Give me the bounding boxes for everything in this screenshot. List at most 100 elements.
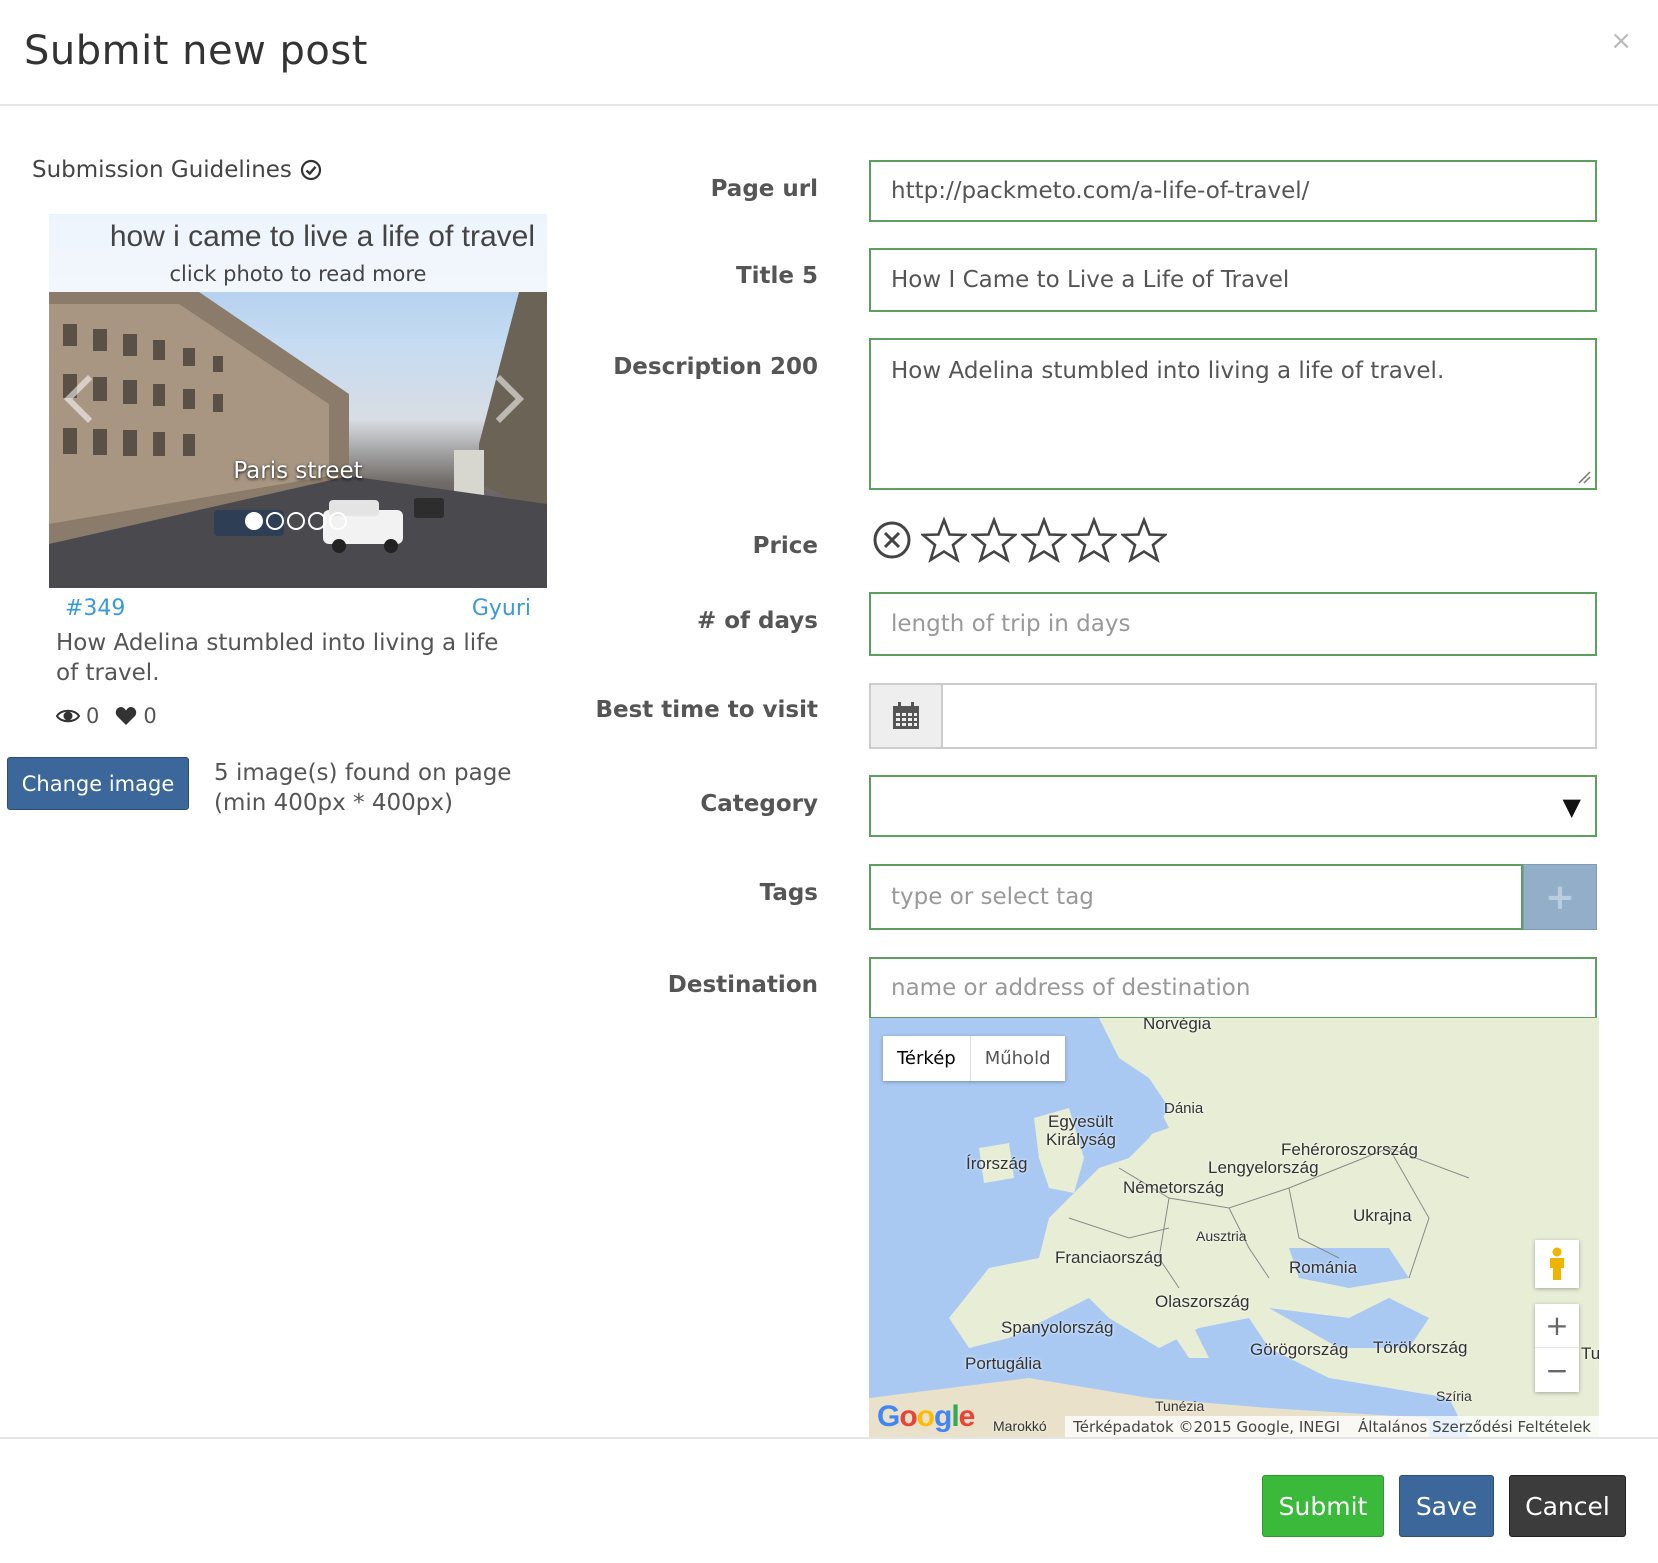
destination-map[interactable]: Térkép Műhold Norvégia Dánia Egyesült Ki…	[869, 1018, 1599, 1438]
days-label: # of days	[696, 608, 818, 634]
map-label: Portugália	[965, 1354, 1042, 1373]
map-label: Tunézia	[1155, 1398, 1205, 1414]
star-icon[interactable]	[1021, 517, 1067, 563]
map-label: Tu	[1581, 1344, 1599, 1363]
tags-label: Tags	[759, 880, 818, 906]
map-label: Norvégia	[1143, 1018, 1212, 1033]
zoom-control: + −	[1535, 1304, 1579, 1392]
add-tag-button[interactable]: +	[1523, 864, 1597, 930]
days-input[interactable]: length of trip in days	[869, 592, 1597, 656]
description-textarea[interactable]: How Adelina stumbled into living a life …	[869, 338, 1597, 490]
modal-footer: Submit Save Cancel	[0, 1437, 1658, 1563]
category-select[interactable]: ▼	[869, 775, 1597, 837]
map-label: Olaszország	[1155, 1292, 1250, 1311]
calendar-icon	[893, 702, 919, 729]
map-label: Szíria	[1436, 1388, 1472, 1404]
map-label: Románia	[1289, 1258, 1358, 1277]
photo-subtitle: click photo to read more	[169, 262, 427, 286]
submit-button[interactable]: Submit	[1262, 1475, 1384, 1537]
map-type-satellite-button[interactable]: Műhold	[971, 1036, 1065, 1081]
map-label: Írország	[966, 1154, 1028, 1173]
map-label: Fehéroroszország	[1281, 1140, 1419, 1159]
photo-title: how i came to live a life of travel	[109, 220, 535, 253]
heart-icon	[116, 707, 137, 725]
pegman-icon[interactable]	[1535, 1240, 1579, 1288]
post-id-link[interactable]: #349	[65, 596, 125, 621]
carousel-dot[interactable]	[245, 512, 263, 530]
card-description: How Adelina stumbled into living a life …	[56, 630, 499, 686]
map-label: Ukrajna	[1353, 1206, 1412, 1225]
post-photo[interactable]: how i came to live a life of travel clic…	[49, 214, 547, 588]
title-input[interactable]: How I Came to Live a Life of Travel	[869, 248, 1597, 312]
carousel-dot[interactable]	[287, 512, 305, 530]
best-time-field	[869, 683, 1597, 749]
carousel-dot[interactable]	[308, 512, 326, 530]
check-circle-icon	[300, 159, 322, 181]
save-button[interactable]: Save	[1399, 1475, 1494, 1537]
map-label: Ausztria	[1196, 1228, 1247, 1244]
map-label: Görögország	[1250, 1340, 1349, 1359]
best-time-label: Best time to visit	[595, 697, 818, 723]
clear-rating-icon[interactable]	[871, 517, 917, 563]
calendar-button[interactable]	[871, 685, 943, 747]
carousel-dot[interactable]	[266, 512, 284, 530]
modal-header: Submit new post ×	[0, 0, 1658, 106]
map-label: Spanyolország	[1001, 1318, 1114, 1337]
tags-field: type or select tag +	[869, 864, 1597, 930]
modal-title: Submit new post	[24, 28, 368, 74]
map-label: Törökország	[1373, 1338, 1468, 1357]
card-meta: #349 Gyuri	[65, 596, 531, 621]
destination-placeholder: name or address of destination	[891, 975, 1251, 1001]
description-label: Description 200	[613, 354, 818, 380]
eye-icon	[56, 709, 80, 723]
title-label: Title 5	[735, 263, 818, 289]
post-preview-card: how i came to live a life of travel clic…	[49, 214, 547, 588]
likes-count: 0	[143, 704, 157, 728]
title-value: How I Came to Live a Life of Travel	[891, 267, 1290, 293]
map-type-control: Térkép Műhold	[883, 1036, 1065, 1081]
destination-label: Destination	[667, 972, 818, 998]
page-url-input[interactable]: http://packmeto.com/a-life-of-travel/	[869, 160, 1597, 222]
star-icon[interactable]	[1121, 517, 1167, 563]
card-stats: 0 0	[56, 704, 157, 728]
days-placeholder: length of trip in days	[891, 611, 1131, 637]
carousel-indicators	[245, 512, 347, 530]
views-count: 0	[86, 704, 100, 728]
star-icon[interactable]	[971, 517, 1017, 563]
map-terms-link[interactable]: Általános Szerződési Feltételek	[1358, 1418, 1591, 1436]
page-url-value: http://packmeto.com/a-life-of-travel/	[891, 178, 1310, 204]
carousel-dot[interactable]	[329, 512, 347, 530]
zoom-out-button[interactable]: −	[1535, 1348, 1579, 1392]
price-rating	[871, 517, 1167, 563]
map-label: Lengyelország	[1208, 1158, 1319, 1177]
zoom-in-button[interactable]: +	[1535, 1304, 1579, 1348]
images-found-line2: (min 400px * 400px)	[214, 790, 453, 816]
page-url-label: Page url	[710, 176, 818, 202]
description-value: How Adelina stumbled into living a life …	[891, 358, 1445, 384]
guidelines-label: Submission Guidelines	[32, 157, 292, 183]
best-time-input[interactable]	[943, 685, 1595, 747]
tags-input[interactable]: type or select tag	[869, 864, 1523, 930]
star-icon[interactable]	[1071, 517, 1117, 563]
map-type-map-button[interactable]: Térkép	[883, 1036, 971, 1081]
author-link[interactable]: Gyuri	[472, 596, 531, 621]
map-label: Franciaország	[1055, 1248, 1163, 1267]
map-label: Királyság	[1046, 1130, 1116, 1149]
star-icon[interactable]	[921, 517, 967, 563]
images-found-line1: 5 image(s) found on page	[214, 760, 512, 786]
change-image-button[interactable]: Change image	[7, 757, 189, 810]
images-found-text: 5 image(s) found on page (min 400px * 40…	[214, 758, 511, 818]
destination-input[interactable]: name or address of destination	[869, 957, 1597, 1019]
map-label: Dánia	[1164, 1100, 1204, 1117]
cancel-button[interactable]: Cancel	[1509, 1475, 1626, 1537]
tags-placeholder: type or select tag	[891, 884, 1094, 910]
photo-banner: how i came to live a life of travel clic…	[49, 214, 547, 292]
map-label: Marokkó	[993, 1418, 1047, 1434]
map-label: Egyesült	[1048, 1112, 1114, 1131]
resize-handle-icon[interactable]	[1575, 468, 1591, 484]
dropdown-arrow-icon: ▼	[1562, 793, 1581, 821]
submission-guidelines-link[interactable]: Submission Guidelines	[32, 157, 322, 183]
photo-caption: Paris street	[233, 458, 363, 484]
close-icon[interactable]: ×	[1610, 26, 1632, 56]
category-label: Category	[700, 791, 818, 817]
